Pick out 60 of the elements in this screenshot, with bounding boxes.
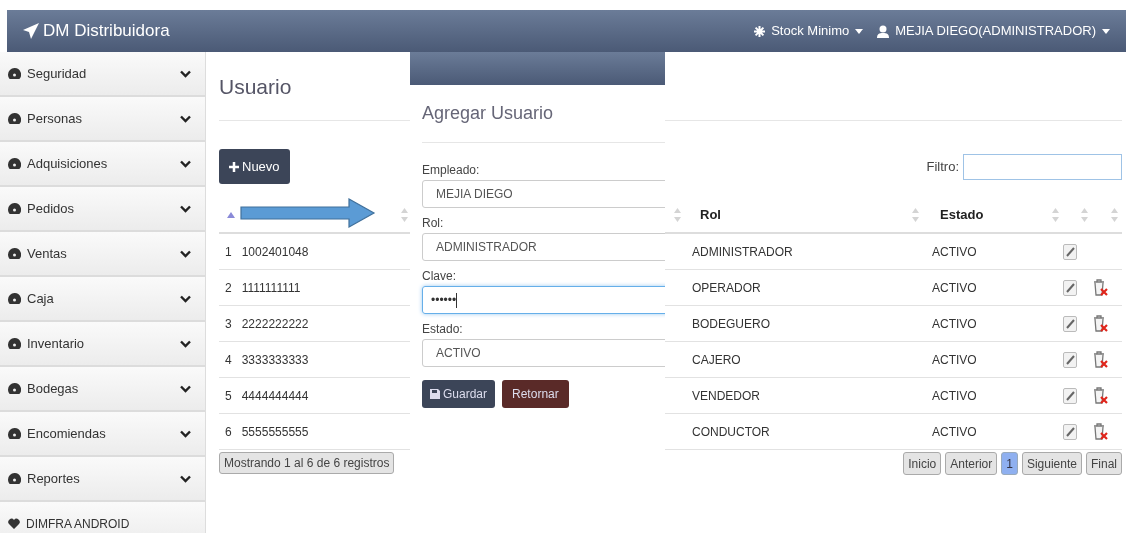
user-menu[interactable]: MEJIA DIEGO(ADMINISTRADOR) <box>877 21 1110 41</box>
new-button[interactable]: Nuevo <box>219 149 290 184</box>
field-label: Estado: <box>422 321 464 338</box>
table-cell: ACTIVO <box>932 352 977 367</box>
table-cell: ACTIVO <box>932 280 977 295</box>
stock-menu[interactable]: Stock Minimo <box>754 21 864 41</box>
sidebar-item[interactable]: DIMFRA ANDROID <box>0 502 205 533</box>
row-number: 3 <box>225 315 232 333</box>
page-title: Usuario <box>219 74 293 100</box>
table-cell: CAJERO <box>692 352 741 367</box>
table-cell: BODEGUERO <box>692 316 770 331</box>
filter-label: Filtro: <box>926 157 959 176</box>
table-cell: ACTIVO <box>932 316 977 331</box>
table-cell: CONDUCTOR <box>692 424 770 439</box>
row-number: 1 <box>225 243 232 261</box>
input-field[interactable]: MEJIA DIEGO <box>422 180 665 208</box>
brand-title[interactable]: DM Distribuidora <box>43 18 170 44</box>
sidebar-item[interactable]: Pedidos <box>0 187 205 232</box>
table-info: Mostrando 1 al 6 de 6 registros <box>219 452 395 474</box>
field-label: Clave: <box>422 268 457 285</box>
column-header[interactable]: Estado <box>940 205 984 225</box>
table-cell-text: 3333333333 <box>241 351 309 369</box>
table-cell: ACTIVO <box>932 244 977 259</box>
pagination-button[interactable]: Inicio <box>903 452 942 475</box>
pagination-button[interactable]: Anterior <box>945 452 998 475</box>
table-cell-text: 5555555555 <box>241 423 309 441</box>
sidebar-item[interactable]: Personas <box>0 97 205 142</box>
table-cell: ACTIVO <box>932 388 977 403</box>
save-button[interactable]: Guardar <box>422 380 496 408</box>
table-cell-text: 1002401048 <box>241 243 309 261</box>
row-number: 6 <box>225 423 232 441</box>
input-field[interactable]: ACTIVO <box>422 339 665 367</box>
row-number: 5 <box>225 387 232 405</box>
pagination-button[interactable]: Siguiente <box>1021 452 1082 475</box>
back-button[interactable]: Retornar <box>502 380 569 408</box>
sidebar-item[interactable]: Adquisiciones <box>0 142 205 187</box>
table-cell-text: 1111111111 <box>241 279 301 297</box>
field-label: Rol: <box>422 215 445 232</box>
table-cell-text: 4444444444 <box>241 387 309 405</box>
table-cell: VENDEDOR <box>692 388 760 403</box>
table-cell-text: 2222222222 <box>241 315 309 333</box>
sidebar-item[interactable]: Encomiendas <box>0 412 205 457</box>
sidebar-item[interactable]: Caja <box>0 277 205 322</box>
sidebar-item[interactable]: Seguridad <box>0 52 205 97</box>
table-cell: ACTIVO <box>932 424 977 439</box>
table-cell: ADMINISTRADOR <box>692 244 793 259</box>
column-header[interactable]: Rol <box>700 205 721 225</box>
sidebar-item[interactable]: Bodegas <box>0 367 205 412</box>
table-cell: OPERADOR <box>692 280 761 295</box>
sidebar-item[interactable]: Reportes <box>0 457 205 502</box>
dialog-title: Agregar Usuario <box>422 102 555 125</box>
pagination-button[interactable]: Final <box>1086 452 1122 475</box>
input-field[interactable]: ADMINISTRADOR <box>422 233 665 261</box>
field-label: Empleado: <box>422 162 481 179</box>
row-number: 2 <box>225 279 232 297</box>
sidebar-item[interactable]: Ventas <box>0 232 205 277</box>
input-field[interactable]: •••••• <box>422 286 665 314</box>
pagination-button[interactable]: 1 <box>1001 452 1018 475</box>
sidebar-item[interactable]: Inventario <box>0 322 205 367</box>
row-number: 4 <box>225 351 232 369</box>
